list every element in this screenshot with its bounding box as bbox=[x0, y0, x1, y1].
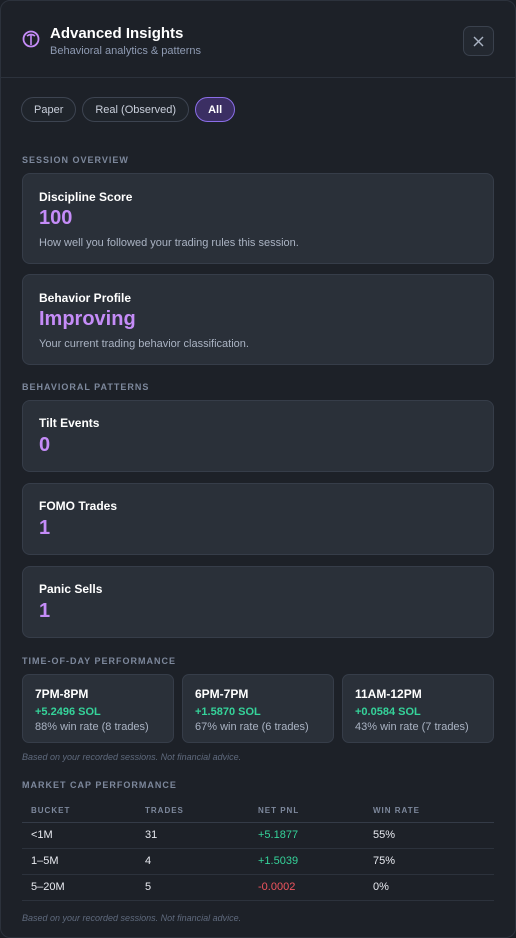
data-source-filters: Paper Real (Observed) All bbox=[21, 97, 236, 122]
time-slot-label: 6PM-7PM bbox=[195, 687, 249, 701]
section-session-overview: SESSION OVERVIEW bbox=[22, 155, 129, 165]
time-slot-win-rate: 43% win rate (7 trades) bbox=[355, 721, 469, 733]
time-of-day-disclaimer: Based on your recorded sessions. Not fin… bbox=[22, 752, 242, 762]
net-pnl-cell: -0.0002 bbox=[249, 874, 364, 901]
time-slot-card: 7PM-8PM +5.2496 SOL 88% win rate (8 trad… bbox=[22, 674, 174, 743]
time-slot-label: 11AM-12PM bbox=[355, 687, 422, 701]
table-row: 5–20M 5 -0.0002 0% bbox=[22, 874, 494, 901]
fomo-trades-title: FOMO Trades bbox=[39, 499, 118, 513]
bucket-cell: 1–5M bbox=[22, 848, 136, 875]
tilt-events-card: Tilt Events 0 bbox=[22, 400, 494, 472]
panel-subtitle: Behavioral analytics & patterns bbox=[50, 45, 202, 57]
panic-sells-title: Panic Sells bbox=[39, 582, 103, 596]
close-icon bbox=[473, 36, 484, 46]
bucket-cell: <1M bbox=[22, 822, 136, 849]
behavior-profile-desc: Your current trading behavior classifica… bbox=[39, 338, 249, 350]
bucket-cell: 5–20M bbox=[22, 874, 136, 901]
tilt-events-title: Tilt Events bbox=[39, 416, 100, 430]
fomo-trades-card: FOMO Trades 1 bbox=[22, 483, 494, 555]
market-cap-disclaimer: Based on your recorded sessions. Not fin… bbox=[22, 913, 242, 923]
time-slot-card: 6PM-7PM +1.5870 SOL 67% win rate (6 trad… bbox=[182, 674, 334, 743]
behavior-profile-value: Improving bbox=[39, 308, 136, 330]
panic-sells-value: 1 bbox=[39, 600, 51, 622]
column-header-win-rate: WIN RATE bbox=[364, 799, 494, 823]
brain-icon bbox=[22, 30, 40, 48]
table-row: <1M 31 +5.1877 55% bbox=[22, 822, 494, 849]
section-behavioral-patterns: BEHAVIORAL PATTERNS bbox=[22, 382, 150, 392]
panic-sells-card: Panic Sells 1 bbox=[22, 566, 494, 638]
filter-paper[interactable]: Paper bbox=[21, 97, 77, 122]
section-time-of-day: TIME-OF-DAY PERFORMANCE bbox=[22, 656, 177, 666]
time-slot-pnl: +0.0584 SOL bbox=[355, 706, 421, 718]
close-button[interactable] bbox=[463, 26, 494, 56]
behavior-profile-title: Behavior Profile bbox=[39, 291, 132, 305]
trades-cell: 31 bbox=[136, 822, 249, 849]
time-slot-pnl: +1.5870 SOL bbox=[195, 706, 261, 718]
tilt-events-value: 0 bbox=[39, 434, 51, 456]
behavior-profile-card: Behavior Profile Improving Your current … bbox=[22, 274, 494, 365]
win-rate-cell: 0% bbox=[364, 874, 494, 901]
discipline-score-card: Discipline Score 100 How well you follow… bbox=[22, 173, 494, 264]
time-slot-card: 11AM-12PM +0.0584 SOL 43% win rate (7 tr… bbox=[342, 674, 494, 743]
table-row: 1–5M 4 +1.5039 75% bbox=[22, 848, 494, 875]
fomo-trades-value: 1 bbox=[39, 517, 51, 539]
win-rate-cell: 75% bbox=[364, 848, 494, 875]
trades-cell: 4 bbox=[136, 848, 249, 875]
net-pnl-cell: +5.1877 bbox=[249, 822, 364, 849]
table-header-row: BUCKET TRADES NET PNL WIN RATE bbox=[22, 799, 494, 823]
discipline-score-title: Discipline Score bbox=[39, 190, 133, 204]
win-rate-cell: 55% bbox=[364, 822, 494, 849]
time-slot-win-rate: 88% win rate (8 trades) bbox=[35, 721, 149, 733]
insights-panel: Advanced Insights Behavioral analytics &… bbox=[0, 0, 516, 938]
trades-cell: 5 bbox=[136, 874, 249, 901]
time-slot-win-rate: 67% win rate (6 trades) bbox=[195, 721, 309, 733]
column-header-bucket: BUCKET bbox=[22, 799, 136, 823]
section-market-cap: MARKET CAP PERFORMANCE bbox=[22, 780, 177, 790]
time-slot-pnl: +5.2496 SOL bbox=[35, 706, 101, 718]
column-header-trades: TRADES bbox=[136, 799, 249, 823]
panel-header: Advanced Insights Behavioral analytics &… bbox=[1, 1, 515, 78]
panel-title: Advanced Insights bbox=[50, 25, 184, 42]
time-slot-label: 7PM-8PM bbox=[35, 687, 89, 701]
filter-all[interactable]: All bbox=[195, 97, 236, 122]
discipline-score-desc: How well you followed your trading rules… bbox=[39, 237, 299, 249]
market-cap-table: BUCKET TRADES NET PNL WIN RATE <1M 31 +5… bbox=[22, 799, 494, 901]
discipline-score-value: 100 bbox=[39, 207, 73, 229]
filter-real-observed[interactable]: Real (Observed) bbox=[82, 97, 190, 122]
column-header-net-pnl: NET PNL bbox=[249, 799, 364, 823]
net-pnl-cell: +1.5039 bbox=[249, 848, 364, 875]
